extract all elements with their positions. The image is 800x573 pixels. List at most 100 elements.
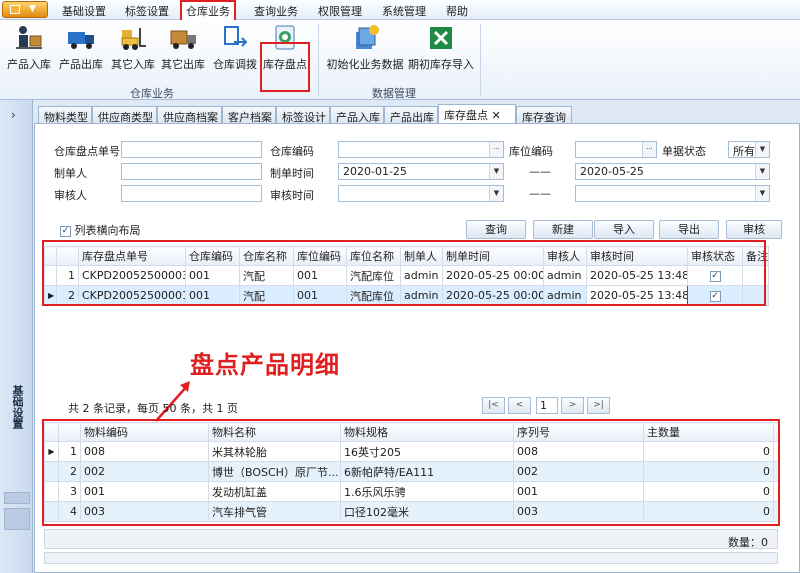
check-no-label: 仓库盘点单号 [54, 145, 120, 158]
review-time-from-input[interactable]: ▼ [338, 185, 504, 202]
opening-stock-import-label: 期初库存导入 [408, 58, 474, 71]
ribbon-highlight-box [260, 42, 310, 92]
ribbon-group-data-label: 数据管理 [372, 87, 416, 100]
app-icon [10, 5, 20, 14]
panel-handle [4, 492, 30, 504]
filter-form: 仓库盘点单号 仓库编码 ··· 库位编码 ··· 单据状态 所有 ▼ 制单人 制单… [44, 136, 784, 210]
create-time-label: 制单时间 [270, 167, 314, 180]
page-number-input[interactable]: 1 [536, 397, 558, 414]
warehouse-transfer-button[interactable]: 仓库调拨 [212, 24, 258, 72]
chevron-right-icon[interactable]: › [11, 108, 16, 122]
last-page-button[interactable]: >| [587, 397, 610, 414]
location-code-label: 库位编码 [509, 145, 553, 158]
tab-inventory-query[interactable]: 库存查询 [516, 106, 572, 124]
create-time-to-input[interactable]: 2020-05-25 ▼ [575, 163, 770, 180]
status-label: 单据状态 [662, 145, 706, 158]
menu-system[interactable]: 系统管理 [382, 3, 426, 19]
warehouse-code-input[interactable]: ··· [338, 141, 504, 158]
init-business-data-button[interactable]: 初始化业务数据 [325, 24, 405, 72]
delivery-truck-icon [168, 24, 198, 52]
horizontal-layout-checkbox[interactable]: ✓ 列表横向布局 [60, 222, 141, 238]
transfer-icon [220, 24, 250, 52]
creator-input[interactable] [121, 163, 262, 180]
grid-highlight-box [42, 240, 766, 306]
location-code-input[interactable]: ··· [575, 141, 657, 158]
tab-label: 库存盘点 [444, 109, 488, 122]
range-separator: —— [529, 187, 551, 200]
status-select[interactable]: 所有 ▼ [728, 141, 770, 158]
next-page-button[interactable]: > [561, 397, 584, 414]
review-time-to-input[interactable]: ▼ [575, 185, 770, 202]
check-no-input[interactable] [121, 141, 262, 158]
chevron-down-icon[interactable]: ▼ [755, 164, 769, 179]
reviewer-input[interactable] [121, 185, 262, 202]
menu-label-settings[interactable]: 标签设置 [125, 3, 169, 19]
horizontal-layout-label: 列表横向布局 [74, 224, 141, 237]
truck-icon [66, 24, 96, 52]
ellipsis-icon[interactable]: ··· [489, 142, 503, 157]
export-button[interactable]: 导出 [659, 220, 719, 239]
annotation-text: 盘点产品明细 [190, 351, 340, 379]
range-separator: —— [529, 165, 551, 178]
create-time-from-value: 2020-01-25 [343, 165, 407, 178]
review-time-label: 审核时间 [270, 189, 314, 202]
chevron-down-icon[interactable]: ▼ [489, 186, 503, 201]
app-menu-button[interactable]: ▼ [2, 1, 48, 18]
quantity-total: 数量：0 [728, 536, 768, 549]
menu-permission[interactable]: 权限管理 [318, 3, 362, 19]
chevron-down-icon[interactable]: ▼ [755, 186, 769, 201]
ribbon-group-separator [480, 24, 481, 96]
tab-supplier-archive[interactable]: 供应商档案 [157, 106, 222, 124]
ribbon: 产品入库 产品出库 其它入库 其它出库 仓库调拨 库存盘点 仓库业务 初始化业务… [0, 20, 800, 100]
menu-help[interactable]: 帮助 [446, 3, 468, 19]
query-button[interactable]: 查询 [466, 220, 526, 239]
tab-supplier-type[interactable]: 供应商类型 [92, 106, 157, 124]
ribbon-group-warehouse-label: 仓库业务 [130, 87, 174, 100]
tab-product-outbound[interactable]: 产品出库 [384, 106, 438, 124]
other-outbound-button[interactable]: 其它出库 [160, 24, 206, 72]
create-time-to-value: 2020-05-25 [580, 165, 644, 178]
menu-basic-settings[interactable]: 基础设置 [62, 3, 106, 19]
chevron-down-icon[interactable]: ▼ [755, 142, 769, 157]
grid-highlight-box [42, 419, 780, 526]
opening-stock-import-button[interactable]: 期初库存导入 [408, 24, 474, 72]
tab-material-type[interactable]: 物料类型 [38, 106, 92, 124]
tab-customer-archive[interactable]: 客户档案 [222, 106, 276, 124]
warehouse-transfer-label: 仓库调拨 [213, 58, 257, 71]
horizontal-scrollbar[interactable] [44, 552, 778, 564]
excel-icon [426, 24, 456, 52]
create-time-from-input[interactable]: 2020-01-25 ▼ [338, 163, 504, 180]
ribbon-group-separator [318, 24, 319, 96]
product-inbound-button[interactable]: 产品入库 [6, 24, 52, 72]
pager-summary: 共 2 条记录，每页 50 条，共 1 页 [68, 402, 238, 415]
document-tabs: 物料类型 供应商类型 供应商档案 客户档案 标签设计 产品入库 产品出库 库存盘… [34, 104, 800, 125]
checkbox-checked-icon[interactable]: ✓ [60, 225, 71, 237]
status-value: 所有 [733, 145, 755, 158]
other-inbound-button[interactable]: 其它入库 [110, 24, 156, 72]
panel-handle [4, 508, 30, 530]
close-icon[interactable]: ✕ [492, 109, 501, 122]
database-gear-icon [350, 24, 380, 52]
product-outbound-button[interactable]: 产品出库 [58, 24, 104, 72]
left-panel-label: 基础设置 [11, 385, 24, 429]
tab-inventory-check[interactable]: 库存盘点 ✕ [438, 104, 516, 125]
import-button[interactable]: 导入 [594, 220, 654, 239]
creator-label: 制单人 [54, 167, 87, 180]
new-button[interactable]: 新建 [533, 220, 593, 239]
ellipsis-icon[interactable]: ··· [642, 142, 656, 157]
review-button[interactable]: 审核 [726, 220, 782, 239]
menu-warehouse-business[interactable]: 仓库业务 [186, 3, 230, 19]
first-page-button[interactable]: |< [482, 397, 505, 414]
prev-page-button[interactable]: < [508, 397, 531, 414]
menu-query-business[interactable]: 查询业务 [254, 3, 298, 19]
product-inbound-label: 产品入库 [7, 58, 51, 71]
warehouse-code-label: 仓库编码 [270, 145, 314, 158]
reviewer-label: 审核人 [54, 189, 87, 202]
tab-product-inbound[interactable]: 产品入库 [330, 106, 384, 124]
product-outbound-label: 产品出库 [59, 58, 103, 71]
summary-bar [44, 529, 778, 549]
other-inbound-label: 其它入库 [111, 58, 155, 71]
chevron-down-icon[interactable]: ▼ [489, 164, 503, 179]
left-collapsed-panel[interactable]: › 基础设置 [0, 100, 33, 573]
tab-label-design[interactable]: 标签设计 [276, 106, 330, 124]
